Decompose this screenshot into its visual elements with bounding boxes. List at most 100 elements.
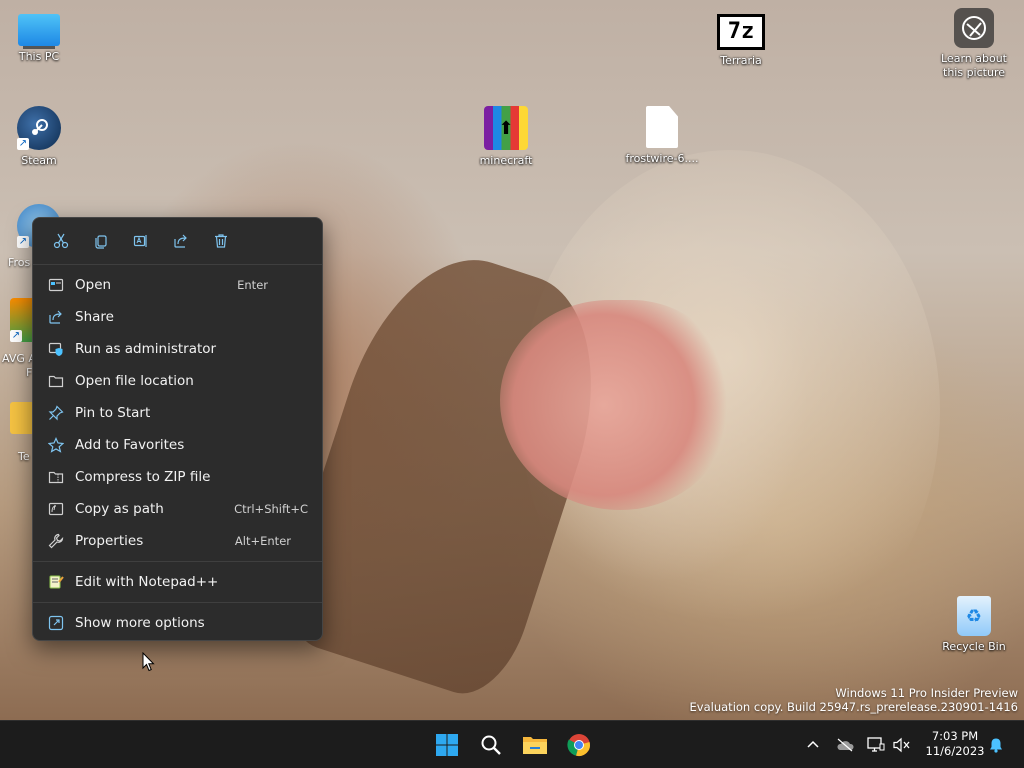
context-menu-extensions: Edit with Notepad++ [33, 562, 322, 602]
desktop-icon-frostwire[interactable]: frostwire-6.... [617, 106, 707, 166]
winrar-archive-icon: ⬆ [484, 106, 528, 150]
watermark-line-1: Windows 11 Pro Insider Preview [835, 686, 1018, 700]
7zip-icon: 7z [717, 14, 765, 50]
shortcut-arrow-icon: ↗ [17, 236, 29, 248]
desktop-icon-recycle-bin[interactable]: ♻ Recycle Bin [929, 596, 1019, 654]
taskbar: 7:03 PM 11/6/2023 [0, 720, 1024, 768]
menu-item-show-more-options[interactable]: Show more options [33, 607, 322, 639]
clock-date: 11/6/2023 [925, 744, 985, 758]
menu-item-label: Show more options [75, 615, 205, 631]
network-icon [867, 737, 885, 752]
chrome-button[interactable] [565, 731, 593, 759]
blank-file-icon [646, 106, 678, 148]
bell-icon [990, 738, 1002, 753]
steam-icon: ↗ [17, 106, 61, 150]
desktop-icon-label: Terraria [720, 54, 762, 67]
desktop-icon-learn-about-picture[interactable]: Learn about this picture [929, 8, 1019, 80]
desktop-icon-this-pc[interactable]: This PC [0, 8, 84, 64]
copy-button[interactable] [81, 225, 121, 257]
cut-button[interactable] [41, 225, 81, 257]
search-button[interactable] [477, 731, 505, 759]
windows-start-icon [436, 734, 458, 756]
delete-icon [215, 234, 227, 248]
copy-path-icon [48, 502, 64, 516]
delete-button[interactable] [201, 225, 241, 257]
pin-icon [48, 405, 64, 421]
context-menu-more: Show more options [33, 603, 322, 643]
share-button[interactable] [161, 225, 201, 257]
menu-item-shortcut: Enter [237, 278, 268, 292]
desktop-icon-label: frostwire-6.... [625, 152, 699, 165]
evaluation-watermark: Windows 11 Pro Insider Preview Evaluatio… [690, 686, 1018, 714]
menu-item-add-to-favorites[interactable]: Add to Favorites [33, 429, 322, 461]
desktop-icon-label-line2: this picture [943, 66, 1005, 79]
menu-item-label: Edit with Notepad++ [75, 574, 219, 590]
menu-item-run-as-administrator[interactable]: Run as administrator [33, 333, 322, 365]
folder-icon [48, 375, 64, 388]
desktop-icon-steam[interactable]: ↗ Steam [0, 106, 84, 168]
menu-item-label: Copy as path [75, 501, 164, 517]
watermark-line-2: Evaluation copy. Build 25947.rs_prerelea… [689, 700, 1018, 714]
chrome-icon [567, 734, 590, 756]
menu-item-label: Open [75, 277, 112, 293]
shield-icon [48, 342, 63, 356]
menu-item-copy-as-path[interactable]: Copy as path Ctrl+Shift+C [33, 493, 322, 525]
menu-item-properties[interactable]: Properties Alt+Enter [33, 525, 322, 557]
shortcut-arrow-icon: ↗ [10, 330, 22, 342]
onedrive-offline-icon [837, 738, 854, 752]
desktop-icon-label: minecraft [479, 154, 533, 167]
show-hidden-icons-button[interactable] [804, 736, 822, 754]
volume-muted-icon [893, 737, 910, 753]
file-explorer-button[interactable] [521, 731, 549, 759]
menu-item-label: Run as administrator [75, 341, 217, 357]
menu-item-share[interactable]: Share [33, 301, 322, 333]
menu-item-edit-with-notepad-plus-plus[interactable]: Edit with Notepad++ [33, 566, 322, 598]
clock-time: 7:03 PM [931, 729, 979, 743]
menu-item-shortcut: Ctrl+Shift+C [234, 502, 308, 516]
start-button[interactable] [433, 731, 461, 759]
mouse-cursor-icon [142, 652, 155, 672]
desktop-icon-label: Steam [21, 154, 57, 167]
wrench-icon [48, 533, 64, 549]
notifications-button[interactable] [987, 736, 1005, 754]
menu-item-compress-to-zip[interactable]: Compress to ZIP file [33, 461, 322, 493]
context-menu-items: Open Enter Share Run as administrator Op… [33, 265, 322, 561]
zip-folder-icon [48, 471, 64, 484]
menu-item-pin-to-start[interactable]: Pin to Start [33, 397, 322, 429]
context-menu: Open Enter Share Run as administrator Op… [32, 217, 323, 641]
system-clock[interactable]: 7:03 PM 11/6/2023 [920, 729, 990, 759]
volume-button[interactable] [893, 736, 911, 754]
monitor-icon [18, 14, 60, 46]
notepad-plus-plus-icon [49, 575, 64, 589]
shortcut-arrow-icon: ↗ [17, 138, 29, 150]
rename-button[interactable] [121, 225, 161, 257]
menu-item-label: Compress to ZIP file [75, 469, 211, 485]
desktop-icon-label-line1: Learn about [941, 52, 1007, 65]
share-icon [49, 310, 62, 324]
partial-label-te: Te [18, 450, 30, 463]
context-menu-toolbar [33, 218, 322, 264]
menu-item-shortcut: Alt+Enter [234, 534, 291, 548]
rename-icon [133, 235, 147, 247]
camera-lens-icon [954, 8, 994, 48]
desktop-icon-label: This PC [18, 50, 60, 63]
network-button[interactable] [867, 736, 885, 754]
desktop-icon-label: Recycle Bin [942, 640, 1006, 653]
partial-label-fros: Fros [8, 256, 31, 269]
recycle-bin-icon: ♻ [957, 596, 991, 636]
partial-label-avg-a: AVG A [2, 352, 36, 365]
desktop-icon-terraria[interactable]: 7z Terraria [696, 8, 786, 68]
desktop-icon-minecraft[interactable]: ⬆ minecraft [461, 106, 551, 168]
cut-icon [53, 233, 69, 249]
menu-item-open-file-location[interactable]: Open file location [33, 365, 322, 397]
menu-item-open[interactable]: Open Enter [33, 269, 322, 301]
share-icon [174, 234, 187, 248]
onedrive-button[interactable] [836, 736, 854, 754]
menu-item-label: Properties [75, 533, 144, 549]
copy-icon [95, 235, 107, 249]
menu-item-label: Add to Favorites [75, 437, 185, 453]
search-icon [481, 735, 501, 755]
menu-item-label: Open file location [75, 373, 194, 389]
open-icon [48, 278, 64, 292]
menu-item-label: Pin to Start [75, 405, 151, 421]
